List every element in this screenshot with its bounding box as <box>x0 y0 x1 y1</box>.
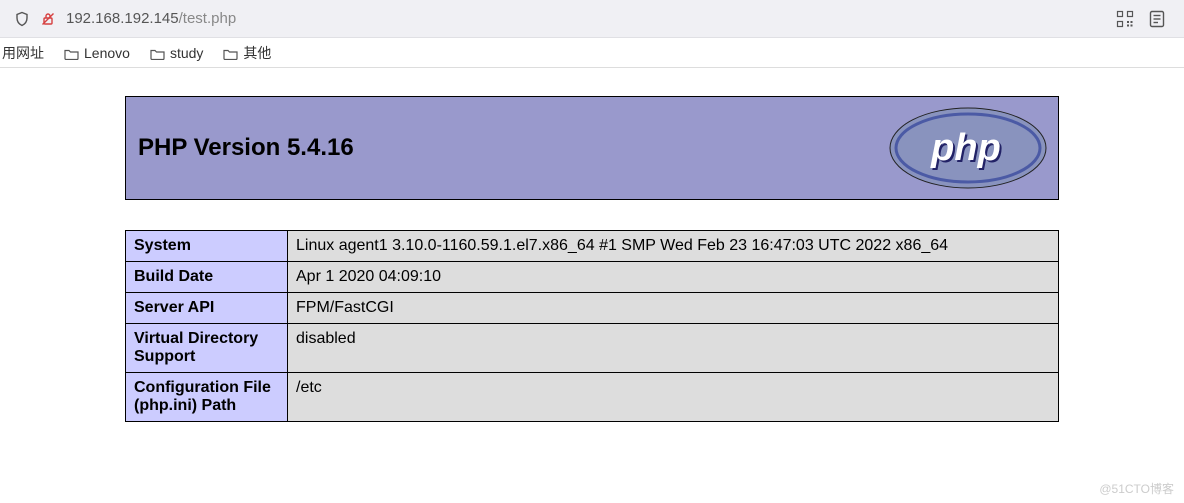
phpinfo-key: System <box>126 231 288 262</box>
bookmark-label: 其他 <box>243 43 271 63</box>
svg-text:php: php <box>930 127 1001 169</box>
bookmark-folder-lenovo[interactable]: Lenovo <box>64 45 130 61</box>
phpinfo-value: FPM/FastCGI <box>288 293 1059 324</box>
insecure-lock-icon[interactable] <box>40 11 56 27</box>
phpinfo-key: Configuration File (php.ini) Path <box>126 373 288 422</box>
bookmark-folder-study[interactable]: study <box>150 45 203 61</box>
table-row: Virtual Directory Support disabled <box>126 324 1059 373</box>
bookmarks-bar: 用网址 Lenovo study 其他 <box>0 38 1184 68</box>
bookmark-label: Lenovo <box>84 45 130 61</box>
php-logo: php php <box>888 106 1048 190</box>
bookmarks-label[interactable]: 用网址 <box>2 43 44 63</box>
url-display[interactable]: 192.168.192.145/test.php <box>66 10 1106 27</box>
folder-icon <box>64 47 79 59</box>
phpinfo-value: Apr 1 2020 04:09:10 <box>288 262 1059 293</box>
folder-icon <box>150 47 165 59</box>
reader-mode-icon[interactable] <box>1148 10 1166 28</box>
phpinfo-header: PHP Version 5.4.16 php php <box>125 96 1059 200</box>
folder-icon <box>223 47 238 59</box>
table-row: Configuration File (php.ini) Path /etc <box>126 373 1059 422</box>
phpinfo-key: Virtual Directory Support <box>126 324 288 373</box>
address-bar-actions <box>1116 10 1166 28</box>
table-row: Build Date Apr 1 2020 04:09:10 <box>126 262 1059 293</box>
qr-code-icon[interactable] <box>1116 10 1134 28</box>
shield-icon[interactable] <box>14 11 30 27</box>
address-bar: 192.168.192.145/test.php <box>0 0 1184 38</box>
url-host: 192.168.192.145 <box>66 10 179 27</box>
phpinfo-content: PHP Version 5.4.16 php php System Linux … <box>125 96 1059 422</box>
bookmark-folder-other[interactable]: 其他 <box>223 43 271 63</box>
phpinfo-value: /etc <box>288 373 1059 422</box>
phpinfo-key: Build Date <box>126 262 288 293</box>
bookmark-label: study <box>170 45 203 61</box>
table-row: System Linux agent1 3.10.0-1160.59.1.el7… <box>126 231 1059 262</box>
url-path: /test.php <box>179 10 237 27</box>
phpinfo-value: disabled <box>288 324 1059 373</box>
phpinfo-key: Server API <box>126 293 288 324</box>
phpinfo-title: PHP Version 5.4.16 <box>138 134 354 162</box>
watermark: @51CTO博客 <box>1099 480 1174 497</box>
phpinfo-table: System Linux agent1 3.10.0-1160.59.1.el7… <box>125 230 1059 422</box>
table-row: Server API FPM/FastCGI <box>126 293 1059 324</box>
phpinfo-value: Linux agent1 3.10.0-1160.59.1.el7.x86_64… <box>288 231 1059 262</box>
